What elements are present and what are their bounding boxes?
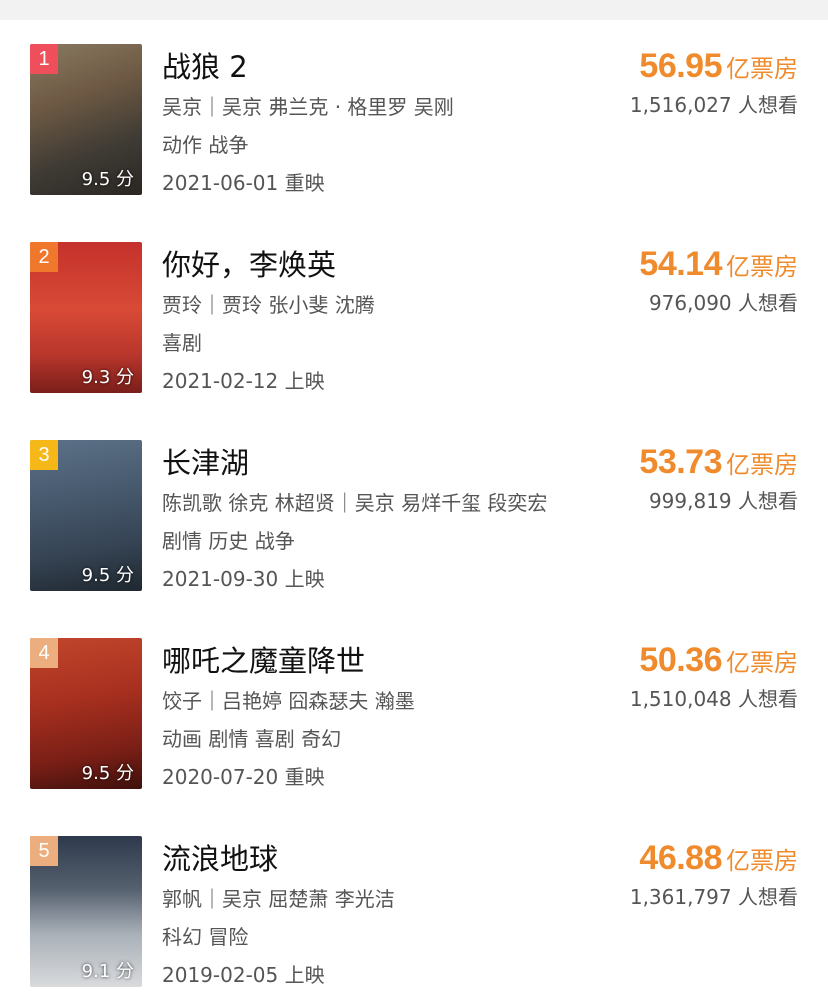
poster-score: 9.3 分	[81, 367, 134, 388]
box-office-unit: 亿票房	[726, 55, 798, 83]
movie-genre: 科幻 冒险	[162, 925, 249, 949]
box-office: 56.95 亿票房	[538, 44, 798, 88]
list-item[interactable]: 1 9.5 分 战狼 2 吴京｜吴京 弗兰克 · 格里罗 吴刚 动作 战争 20…	[0, 20, 828, 218]
rank-badge: 3	[30, 440, 58, 470]
want-count: 999,819 人想看	[648, 489, 798, 513]
poster-score: 9.5 分	[81, 763, 134, 784]
movie-poster[interactable]: 1 9.5 分	[30, 44, 142, 195]
movie-genre: 动画 剧情 喜剧 奇幻	[162, 727, 342, 751]
movie-stats: 53.73 亿票房 999,819 人想看	[538, 440, 798, 518]
box-office-unit: 亿票房	[726, 649, 798, 677]
movie-stats: 56.95 亿票房 1,516,027 人想看	[538, 44, 798, 122]
movie-genre: 剧情 历史 战争	[162, 529, 295, 553]
box-office-value: 56.95	[639, 47, 722, 85]
movie-poster[interactable]: 5 9.1 分	[30, 836, 142, 987]
movie-release: 2019-02-05 上映	[162, 963, 325, 987]
movie-genre: 喜剧	[162, 331, 202, 355]
movie-release: 2021-02-12 上映	[162, 369, 325, 393]
poster-score: 9.5 分	[81, 565, 134, 586]
movie-poster[interactable]: 4 9.5 分	[30, 638, 142, 789]
rank-badge: 1	[30, 44, 58, 74]
box-office-value: 46.88	[639, 839, 722, 877]
movie-poster[interactable]: 3 9.5 分	[30, 440, 142, 591]
box-office: 54.14 亿票房	[538, 242, 798, 286]
rank-badge: 4	[30, 638, 58, 668]
box-office: 53.73 亿票房	[538, 440, 798, 484]
box-office-value: 54.14	[639, 245, 722, 283]
list-item[interactable]: 2 9.3 分 你好，李焕英 贾玲｜贾玲 张小斐 沈腾 喜剧 2021-02-1…	[0, 218, 828, 416]
movie-poster[interactable]: 2 9.3 分	[30, 242, 142, 393]
rank-badge: 5	[30, 836, 58, 866]
movie-stats: 54.14 亿票房 976,090 人想看	[538, 242, 798, 320]
box-office: 50.36 亿票房	[538, 638, 798, 682]
box-office: 46.88 亿票房	[538, 836, 798, 880]
want-count: 976,090 人想看	[648, 291, 798, 315]
list-item[interactable]: 4 9.5 分 哪吒之魔童降世 饺子｜吕艳婷 囧森瑟夫 瀚墨 动画 剧情 喜剧 …	[0, 614, 828, 812]
top-bar	[0, 0, 828, 20]
box-office-unit: 亿票房	[726, 451, 798, 479]
poster-score: 9.5 分	[81, 169, 134, 190]
movie-release: 2021-09-30 上映	[162, 567, 325, 591]
box-office-value: 53.73	[639, 443, 722, 481]
want-count: 1,510,048 人想看	[629, 687, 798, 711]
movie-release: 2020-07-20 重映	[162, 765, 325, 789]
movie-ranking-list: 1 9.5 分 战狼 2 吴京｜吴京 弗兰克 · 格里罗 吴刚 动作 战争 20…	[0, 20, 828, 1007]
box-office-unit: 亿票房	[726, 847, 798, 875]
list-item[interactable]: 3 9.5 分 长津湖 陈凯歌 徐克 林超贤｜吴京 易烊千玺 段奕宏 剧情 历史…	[0, 416, 828, 614]
box-office-unit: 亿票房	[726, 253, 798, 281]
want-count: 1,361,797 人想看	[629, 885, 798, 909]
box-office-value: 50.36	[639, 641, 722, 679]
movie-genre: 动作 战争	[162, 133, 249, 157]
movie-release: 2021-06-01 重映	[162, 171, 325, 195]
rank-badge: 2	[30, 242, 58, 272]
poster-score: 9.1 分	[81, 961, 134, 982]
movie-stats: 46.88 亿票房 1,361,797 人想看	[538, 836, 798, 914]
movie-stats: 50.36 亿票房 1,510,048 人想看	[538, 638, 798, 716]
want-count: 1,516,027 人想看	[629, 93, 798, 117]
list-item[interactable]: 5 9.1 分 流浪地球 郭帆｜吴京 屈楚萧 李光洁 科幻 冒险 2019-02…	[0, 812, 828, 1007]
